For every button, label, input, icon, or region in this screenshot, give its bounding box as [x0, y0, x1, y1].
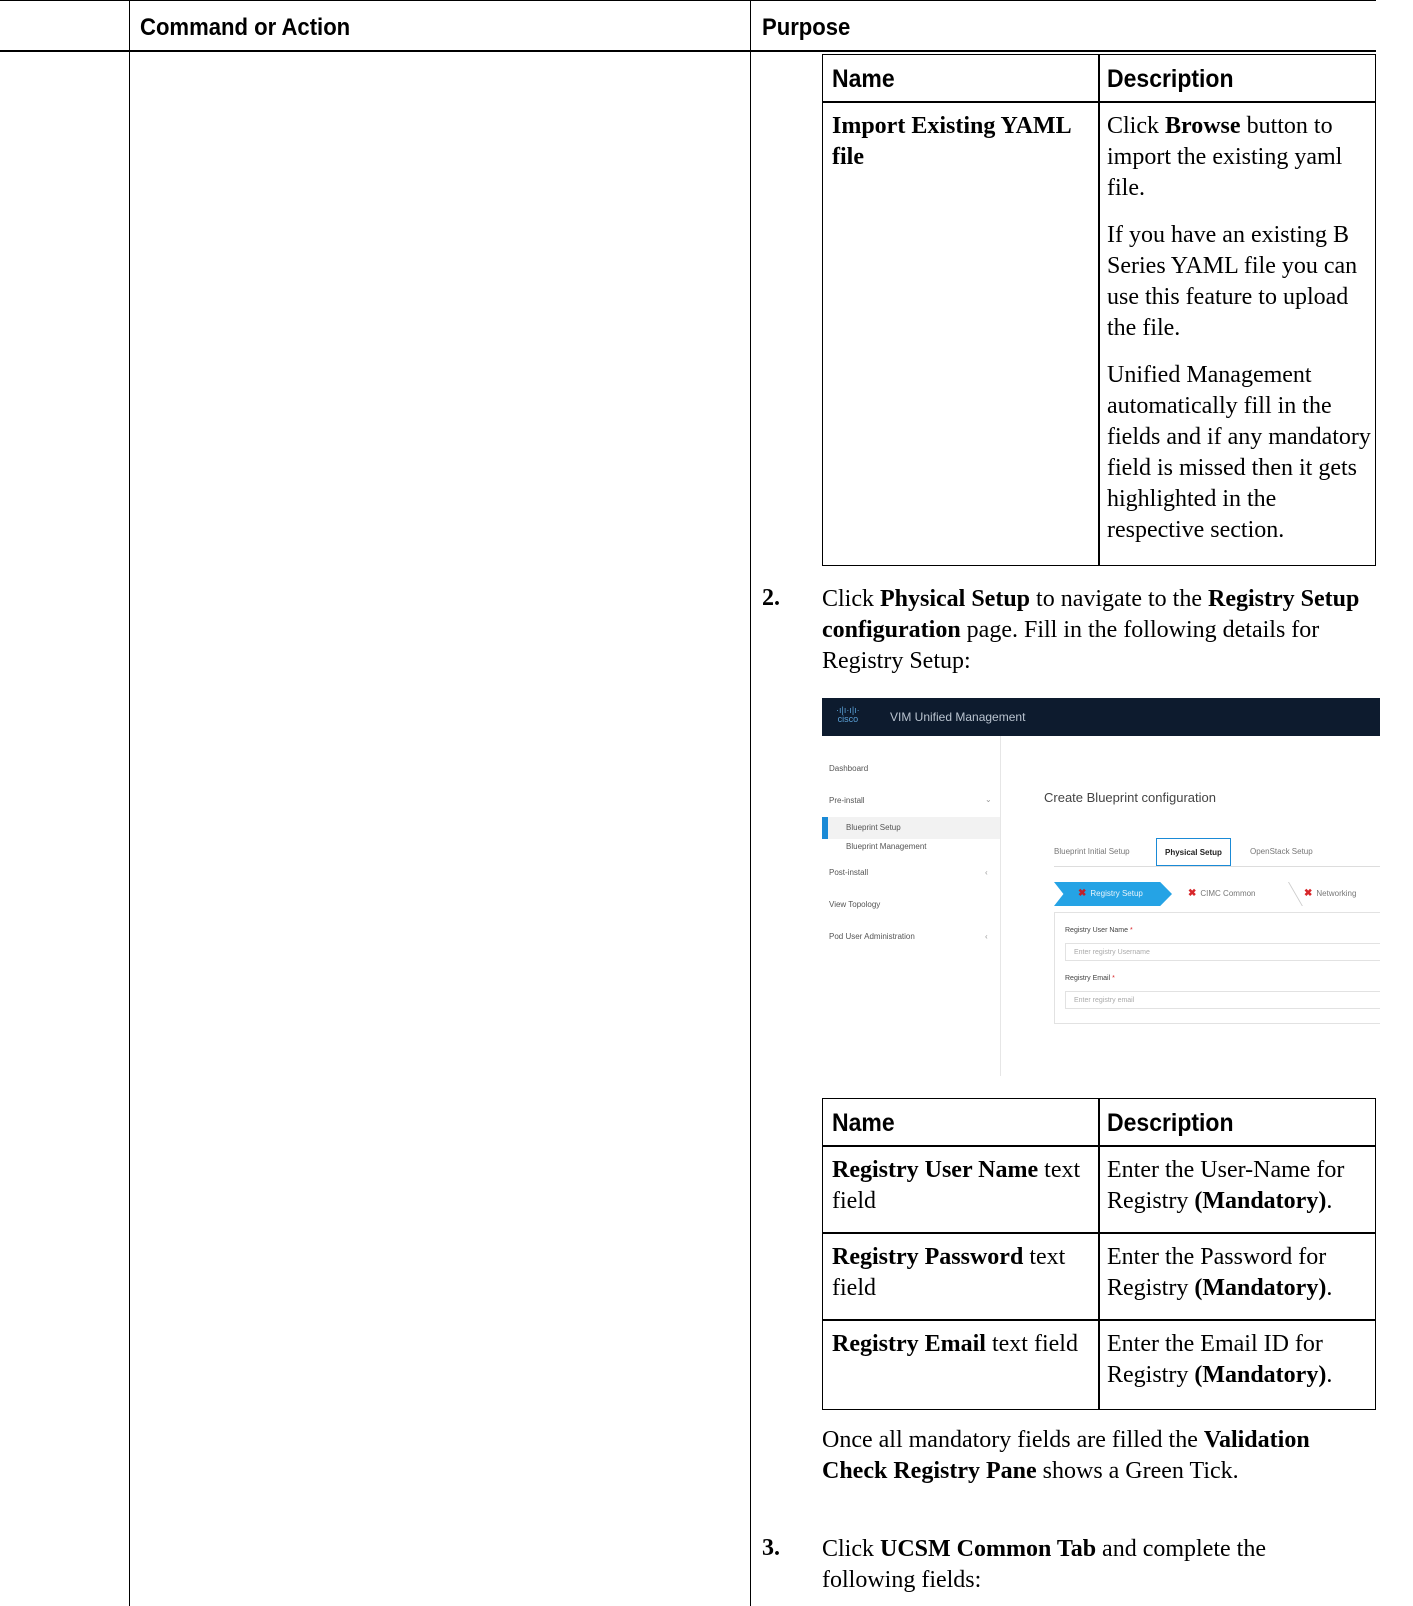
step-3-text: Click UCSM Common Tab and complete the f…	[822, 1536, 1266, 1593]
registry-user-name-input[interactable]: Enter registry Username	[1065, 943, 1380, 961]
chevron-left-icon: ‹	[985, 932, 988, 941]
table-row: Enter the User-Name for Registry (Mandat…	[1107, 1157, 1345, 1214]
tab-openstack-setup[interactable]: OpenStack Setup	[1242, 838, 1321, 866]
nav-blueprint-management[interactable]: Blueprint Management	[846, 842, 927, 851]
step-2-number: 2.	[762, 585, 780, 611]
registry-user-name-label: Registry User Name *	[1065, 927, 1133, 934]
column-divider-middle	[750, 0, 751, 1606]
step-cimc-common[interactable]: ✖ CIMC Common	[1188, 882, 1256, 906]
nav-dashboard[interactable]: Dashboard	[829, 764, 868, 773]
nav-pod-user-administration[interactable]: Pod User Administration	[829, 932, 915, 941]
nav-view-topology[interactable]: View Topology	[829, 900, 880, 909]
step-2-text: Click Physical Setup to navigate to the …	[822, 586, 1360, 674]
command-column-header: Command or Action	[140, 14, 351, 41]
purpose-column-header: Purpose	[762, 14, 851, 41]
table-row: Registry User Name text field	[832, 1157, 1081, 1214]
registry-setup-screenshot: ·ı|ı·ı|ı· cisco VIM Unified Management Da…	[822, 698, 1380, 1076]
nav-blueprint-setup[interactable]: Blueprint Setup	[846, 823, 901, 832]
table1-description-cell: Click Browse button to import the existi…	[1107, 113, 1371, 543]
validation-note: Once all mandatory fields are filled the…	[822, 1427, 1310, 1484]
table-row: Enter the Password for Registry (Mandato…	[1107, 1244, 1333, 1301]
table-row: Enter the Email ID for Registry (Mandato…	[1107, 1331, 1333, 1388]
page-title: Create Blueprint configuration	[1044, 790, 1216, 805]
chevron-down-icon: ⌄	[985, 795, 992, 804]
table2-description-header: Description	[1107, 1109, 1234, 1137]
nav-post-install[interactable]: Post-install	[829, 868, 868, 877]
error-x-icon: ✖	[1188, 888, 1197, 899]
error-x-icon: ✖	[1078, 888, 1087, 899]
cisco-logo: ·ı|ı·ı|ı· cisco	[836, 705, 860, 724]
step-3-number: 3.	[762, 1535, 780, 1561]
table1-description-header: Description	[1107, 65, 1234, 93]
table-row: Registry Email text field	[832, 1331, 1078, 1357]
column-divider-left	[129, 0, 130, 1606]
registry-fields-table: Name Description Registry User Name text…	[822, 1098, 1376, 1410]
registry-form: Registry User Name * Enter registry User…	[1054, 912, 1380, 1024]
tab-physical-setup[interactable]: Physical Setup	[1156, 838, 1231, 866]
registry-email-label: Registry Email *	[1065, 975, 1115, 982]
import-yaml-table: Name Description Import Existing YAML fi…	[822, 54, 1376, 566]
error-x-icon: ✖	[1304, 888, 1313, 899]
app-title: VIM Unified Management	[890, 710, 1026, 724]
table-row: Registry Password text field	[832, 1244, 1066, 1301]
nav-pre-install[interactable]: Pre-install	[829, 796, 865, 805]
table1-name-header: Name	[832, 65, 895, 93]
registry-email-input[interactable]: Enter registry email	[1065, 991, 1380, 1009]
chevron-left-icon: ‹	[985, 868, 988, 877]
table2-name-header: Name	[832, 1109, 895, 1137]
tab-blueprint-initial-setup[interactable]: Blueprint Initial Setup	[1046, 838, 1138, 866]
table1-name-cell: Import Existing YAML file	[832, 113, 1071, 170]
step-networking[interactable]: ✖ Networking	[1304, 882, 1356, 906]
step-registry-setup[interactable]: ✖ Registry Setup	[1054, 882, 1172, 906]
